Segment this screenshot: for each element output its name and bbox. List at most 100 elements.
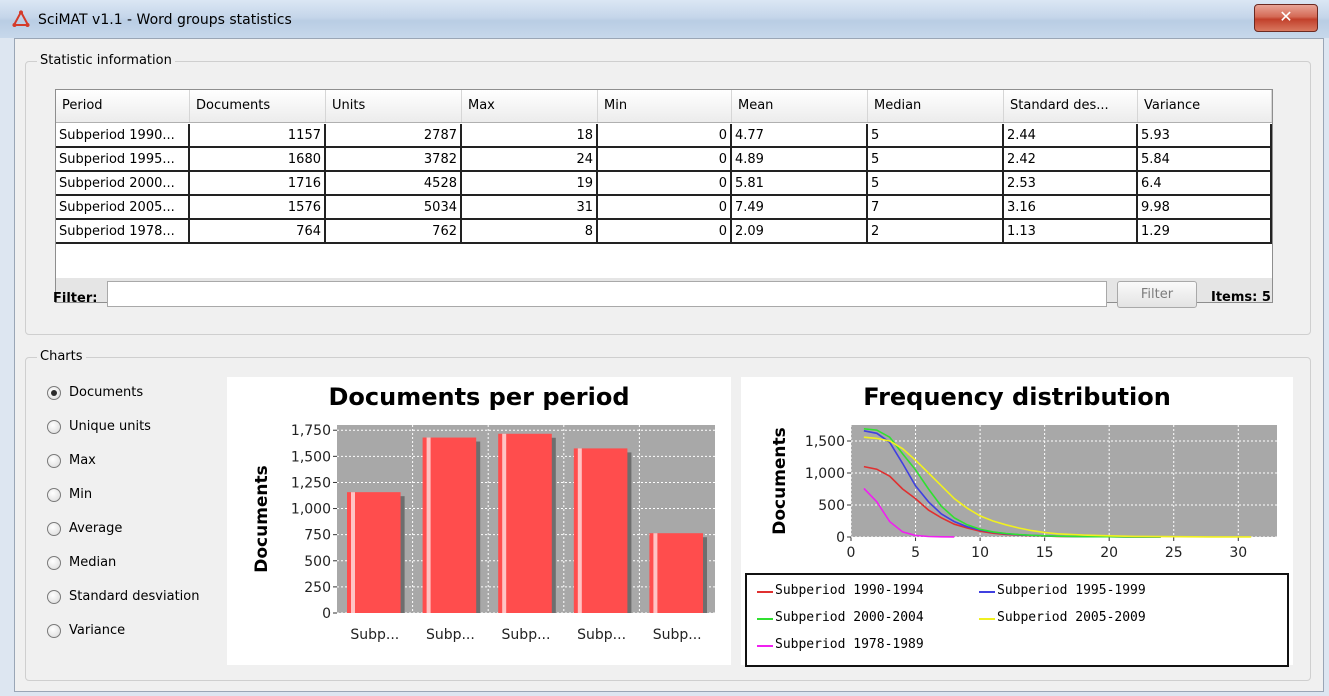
table-cell: 2787 <box>326 124 462 148</box>
table-cell: 0 <box>598 196 732 220</box>
legend-swatch <box>979 618 995 620</box>
table-cell: Subperiod 2000... <box>56 172 190 196</box>
table-cell: 0 <box>598 148 732 172</box>
bar-highlight <box>577 448 582 613</box>
radio-selected-icon[interactable] <box>47 386 61 400</box>
table-cell: 0 <box>598 220 732 244</box>
x-tick-label: Subp... <box>653 627 702 643</box>
bar-highlight <box>351 492 355 613</box>
table-cell: 4528 <box>326 172 462 196</box>
bar-highlight <box>426 437 431 613</box>
filter-button[interactable]: Filter <box>1117 281 1197 308</box>
chart-option-label: Median <box>69 555 117 570</box>
column-header[interactable]: Min <box>598 90 732 122</box>
column-header[interactable]: Units <box>326 90 462 122</box>
x-tick-label: 10 <box>971 545 989 561</box>
chart-option-label: Unique units <box>69 419 151 434</box>
radio-unselected-icon[interactable] <box>47 556 61 570</box>
bar <box>347 492 401 613</box>
x-tick-label: 25 <box>1165 545 1183 561</box>
column-header[interactable]: Mean <box>732 90 868 122</box>
filter-label: Filter: <box>53 291 98 306</box>
table-cell: 1.13 <box>1004 220 1138 244</box>
x-tick-label: Subp... <box>350 627 399 643</box>
scimat-logo-icon <box>12 10 30 27</box>
table-header: Period Documents Units Max Min Mean Median Stan… <box>56 90 1272 123</box>
radio-dot-icon <box>51 390 57 396</box>
table-cell: 1680 <box>190 148 326 172</box>
table-cell: 6.4 <box>1138 172 1272 196</box>
legend-label: Subperiod 2005-2009 <box>997 610 1146 625</box>
y-tick-label: 1,500 <box>805 434 845 450</box>
table-cell: 7 <box>868 196 1004 220</box>
legend-label: Subperiod 2000-2004 <box>775 610 924 625</box>
table-cell: 19 <box>462 172 598 196</box>
table-cell: 3782 <box>326 148 462 172</box>
table-cell: 2.53 <box>1004 172 1138 196</box>
dialog-content: Statistic information Period Documents Uni… <box>14 38 1324 692</box>
x-tick-label: 0 <box>847 545 856 561</box>
chart-option-label: Standard desviation <box>69 589 200 604</box>
table-cell: 2.42 <box>1004 148 1138 172</box>
y-tick-label: 1,500 <box>291 449 331 465</box>
filter-input[interactable] <box>107 281 1107 307</box>
radio-unselected-icon[interactable] <box>47 454 61 468</box>
legend-swatch <box>757 591 773 593</box>
table-cell: 9.98 <box>1138 196 1272 220</box>
column-header[interactable]: Median <box>868 90 1004 122</box>
frequency-line-chart-panel: Frequency distribution 0 5 10 15 20 25 30 0 500 1… <box>741 377 1293 667</box>
bar-highlight <box>653 533 658 613</box>
charts-label: Charts <box>37 349 86 364</box>
bar-highlight <box>502 433 507 613</box>
table-cell: 5034 <box>326 196 462 220</box>
table-cell: Subperiod 1990... <box>56 124 190 148</box>
column-header[interactable]: Standard des... <box>1004 90 1138 122</box>
table-row[interactable]: Subperiod 2000... 1716 4528 19 0 5.81 5 2.53 6.4 <box>56 172 1272 196</box>
radio-unselected-icon[interactable] <box>47 522 61 536</box>
table-cell: 18 <box>462 124 598 148</box>
table-cell: 764 <box>190 220 326 244</box>
legend-swatch <box>979 591 995 593</box>
radio-unselected-icon[interactable] <box>47 420 61 434</box>
radio-unselected-icon[interactable] <box>47 624 61 638</box>
table-row[interactable]: Subperiod 2005... 1576 5034 31 0 7.49 7 3.16 9.9… <box>56 196 1272 220</box>
column-header[interactable]: Documents <box>190 90 326 122</box>
bar <box>422 437 477 613</box>
app-window: SciMAT v1.1 - Word groups statistics ✕ S… <box>0 0 1329 696</box>
close-icon: ✕ <box>1279 7 1293 26</box>
y-tick-label: 1,250 <box>291 475 331 491</box>
line-chart: 0 5 10 15 20 25 30 0 500 1,000 1,500 Documents <box>770 425 1277 561</box>
y-tick-label: 0 <box>322 606 331 622</box>
statistic-information-label: Statistic information <box>37 53 175 68</box>
title-bar[interactable]: SciMAT v1.1 - Word groups statistics ✕ <box>0 0 1329 38</box>
chart-option-label: Min <box>69 487 93 502</box>
radio-unselected-icon[interactable] <box>47 488 61 502</box>
x-tick-label: 15 <box>1036 545 1054 561</box>
table-row[interactable]: Subperiod 1995... 1680 3782 24 0 4.89 5 2.42 5.8… <box>56 148 1272 172</box>
statistics-table[interactable]: Period Documents Units Max Min Mean Median Stan… <box>55 89 1273 303</box>
bar <box>498 433 552 613</box>
column-header[interactable]: Max <box>462 90 598 122</box>
column-header[interactable]: Variance <box>1138 90 1272 122</box>
chart-option-label: Max <box>69 453 96 468</box>
table-cell: 1.29 <box>1138 220 1272 244</box>
table-cell: 0 <box>598 172 732 196</box>
table-cell: 4.77 <box>732 124 868 148</box>
chart-option-label: Average <box>69 521 123 536</box>
table-cell: 762 <box>326 220 462 244</box>
bar-chart: 0 250 500 750 1,000 1,250 1,500 1,750 Subp... Sub… <box>252 423 715 643</box>
radio-unselected-icon[interactable] <box>47 590 61 604</box>
table-cell: Subperiod 2005... <box>56 196 190 220</box>
table-cell: 5.84 <box>1138 148 1272 172</box>
items-count: Items: 5 <box>1211 290 1271 305</box>
y-tick-label: 1,000 <box>805 466 845 482</box>
table-cell: 5 <box>868 172 1004 196</box>
x-tick-label: Subp... <box>577 627 626 643</box>
table-row[interactable]: Subperiod 1978... 764 762 8 0 2.09 2 1.13 1.29 <box>56 220 1272 244</box>
table-cell: 0 <box>598 124 732 148</box>
column-header[interactable]: Period <box>56 90 190 122</box>
window-title: SciMAT v1.1 - Word groups statistics <box>38 12 292 28</box>
close-button[interactable]: ✕ <box>1254 4 1318 32</box>
y-tick-label: 750 <box>304 528 331 544</box>
table-row[interactable]: Subperiod 1990... 1157 2787 18 0 4.77 5 2.44 5.9… <box>56 124 1272 148</box>
